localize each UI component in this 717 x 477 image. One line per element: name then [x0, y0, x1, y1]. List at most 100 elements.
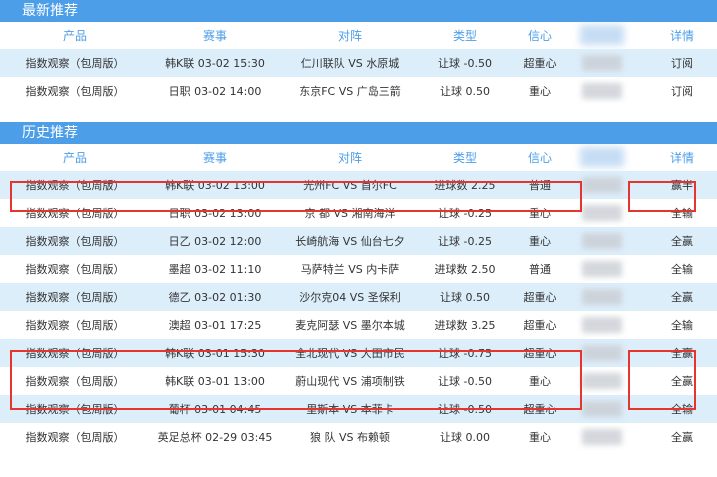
history-column-headers: 产品 赛事 对阵 类型 信心 详情: [0, 144, 717, 171]
confidence-cell: 超重心: [523, 347, 557, 360]
match-cell: 韩K联 03-01 15:30: [165, 347, 265, 360]
detail-cell: 赢半: [671, 179, 693, 192]
detail-cell: 全赢: [671, 431, 693, 444]
col-vs: 对阵: [337, 151, 362, 165]
col-confidence: 信心: [527, 29, 552, 43]
col-match: 赛事: [202, 29, 227, 43]
product-cell: 指数观察（包周版）: [25, 431, 125, 444]
confidence-cell: 超重心: [523, 57, 557, 70]
col-detail: 详情: [669, 151, 694, 165]
col-vs: 对阵: [337, 29, 362, 43]
table-row: 指数观察（包周版） 韩K联 03-02 15:30 仁川联队 VS 水原城 让球 -0…: [0, 49, 717, 77]
table-row: 指数观察（包周版） 墨超 03-02 11:10 马萨特兰 VS 内卡萨 进球数 2.…: [0, 255, 717, 283]
col-detail: 详情: [669, 29, 694, 43]
match-cell: 澳超 03-01 17:25: [168, 319, 262, 332]
col-product: 产品: [62, 151, 87, 165]
type-cell: 让球 -0.75: [438, 347, 492, 360]
detail-cell: 全赢: [671, 235, 693, 248]
blurred-cell: [570, 283, 647, 311]
table-row: 指数观察（包周版） 澳超 03-01 17:25 麦克阿瑟 VS 墨尔本城 进球数 3…: [0, 311, 717, 339]
table-row: 指数观察（包周版） 日职 03-02 14:00 东京FC VS 广岛三箭 让球 0.…: [0, 77, 717, 105]
match-cell: 韩K联 03-02 15:30: [165, 57, 265, 70]
match-cell: 葡杯 03-01 04:45: [168, 403, 262, 416]
blurred-cell: [570, 395, 647, 423]
blurred-cell: [570, 255, 647, 283]
vs-cell: 蔚山现代 VS 浦项制铁: [295, 375, 405, 388]
confidence-cell: 普通: [529, 263, 551, 276]
confidence-cell: 超重心: [523, 319, 557, 332]
product-cell: 指数观察（包周版）: [25, 235, 125, 248]
detail-cell: 全输: [671, 207, 693, 220]
detail-cell: 全赢: [671, 375, 693, 388]
type-cell: 让球 -0.50: [438, 57, 492, 70]
blurred-cell: [570, 423, 647, 451]
confidence-cell: 超重心: [523, 291, 557, 304]
match-cell: 墨超 03-02 11:10: [168, 263, 262, 276]
detail-cell[interactable]: 订阅: [647, 83, 717, 99]
latest-section-title: 最新推荐: [22, 3, 78, 19]
vs-cell: 沙尔克04 VS 圣保利: [299, 291, 401, 304]
confidence-cell: 重心: [529, 431, 551, 444]
history-section-title: 历史推荐: [22, 125, 78, 141]
type-cell: 让球 0.00: [440, 431, 490, 444]
match-cell: 韩K联 03-01 13:00: [165, 375, 265, 388]
product-cell: 指数观察（包周版）: [25, 403, 125, 416]
confidence-cell: 重心: [529, 375, 551, 388]
confidence-cell: 重心: [529, 207, 551, 220]
blurred-cell: [570, 171, 647, 199]
detail-cell: 全赢: [671, 347, 693, 360]
type-cell: 让球 0.50: [440, 291, 490, 304]
vs-cell: 麦克阿瑟 VS 墨尔本城: [295, 319, 405, 332]
blurred-cell: [570, 49, 647, 77]
match-cell: 日职 03-02 13:00: [168, 207, 262, 220]
vs-cell: 全北现代 VS 大田市民: [295, 347, 405, 360]
vs-cell: 马萨特兰 VS 内卡萨: [300, 263, 400, 276]
vs-cell: 里斯本 VS 本菲卡: [306, 403, 394, 416]
blurred-cell: [570, 339, 647, 367]
blurred-cell: [570, 311, 647, 339]
product-cell: 指数观察（包周版）: [25, 375, 125, 388]
type-cell: 让球 -0.50: [438, 375, 492, 388]
col-confidence: 信心: [527, 151, 552, 165]
latest-table-body: 指数观察（包周版） 韩K联 03-02 15:30 仁川联队 VS 水原城 让球 -0…: [0, 49, 717, 105]
match-cell: 英足总杯 02-29 03:45: [157, 431, 273, 444]
type-cell: 进球数 2.50: [434, 263, 496, 276]
product-cell: 指数观察（包周版）: [25, 347, 125, 360]
type-cell: 进球数 3.25: [434, 319, 496, 332]
table-row: 指数观察（包周版） 葡杯 03-01 04:45 里斯本 VS 本菲卡 让球 -0.5…: [0, 395, 717, 423]
confidence-cell: 超重心: [523, 403, 557, 416]
table-row: 指数观察（包周版） 日职 03-02 13:00 京 都 VS 湘南海洋 让球 -0.…: [0, 199, 717, 227]
type-cell: 进球数 2.25: [434, 179, 496, 192]
table-row: 指数观察（包周版） 韩K联 03-02 13:00 光州FC VS 首尔FC 进球数 …: [0, 171, 717, 199]
blurred-cell: [570, 367, 647, 395]
col-type: 类型: [452, 29, 477, 43]
detail-cell[interactable]: 订阅: [647, 55, 717, 71]
table-row: 指数观察（包周版） 韩K联 03-01 13:00 蔚山现代 VS 浦项制铁 让球 -…: [0, 367, 717, 395]
blurred-cell: [570, 227, 647, 255]
vs-cell: 仁川联队 VS 水原城: [300, 57, 400, 70]
product-cell: 指数观察（包周版）: [25, 179, 125, 192]
history-section-header: 历史推荐: [0, 122, 717, 144]
vs-cell: 狼 队 VS 布赖顿: [310, 431, 390, 444]
history-table-body: 指数观察（包周版） 韩K联 03-02 13:00 光州FC VS 首尔FC 进球数 …: [0, 171, 717, 451]
col-type: 类型: [452, 151, 477, 165]
type-cell: 让球 -0.25: [438, 235, 492, 248]
match-cell: 日职 03-02 14:00: [168, 85, 262, 98]
vs-cell: 长崎航海 VS 仙台七夕: [295, 235, 405, 248]
type-cell: 让球 0.50: [440, 85, 490, 98]
match-cell: 德乙 03-02 01:30: [168, 291, 262, 304]
col-blurred: [570, 22, 647, 49]
product-cell: 指数观察（包周版）: [25, 291, 125, 304]
detail-cell: 全赢: [671, 291, 693, 304]
vs-cell: 光州FC VS 首尔FC: [303, 179, 397, 192]
type-cell: 让球 -0.25: [438, 207, 492, 220]
product-cell: 指数观察（包周版）: [25, 207, 125, 220]
confidence-cell: 普通: [529, 179, 551, 192]
recommendation-page: 最新推荐 产品 赛事 对阵 类型 信心 详情 指数观察（包周版） 韩K联 03-0…: [0, 0, 717, 451]
col-product: 产品: [62, 29, 87, 43]
latest-section-header: 最新推荐: [0, 0, 717, 22]
match-cell: 韩K联 03-02 13:00: [165, 179, 265, 192]
table-row: 指数观察（包周版） 日乙 03-02 12:00 长崎航海 VS 仙台七夕 让球 -0…: [0, 227, 717, 255]
match-cell: 日乙 03-02 12:00: [168, 235, 262, 248]
blurred-cell: [570, 77, 647, 105]
